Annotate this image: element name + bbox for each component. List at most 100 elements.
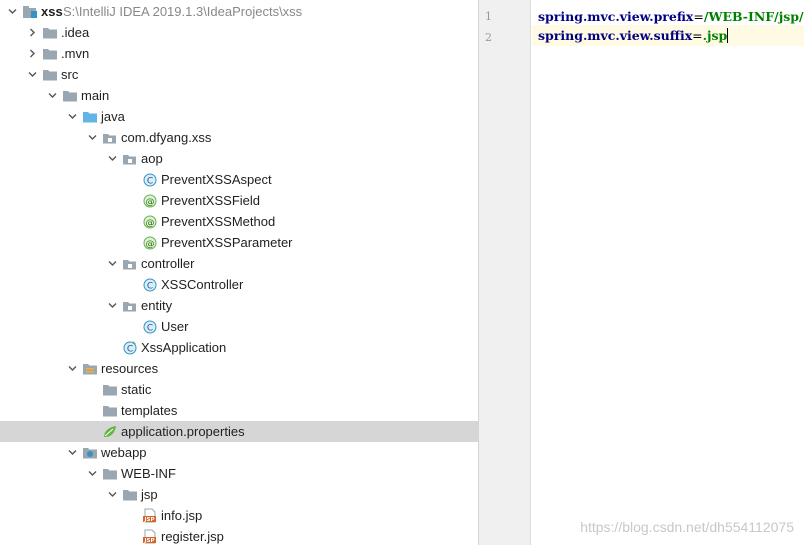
tree-item-label: resources — [101, 361, 159, 376]
svg-text:JSP: JSP — [143, 517, 154, 523]
tree-item[interactable]: static — [0, 379, 478, 400]
tree-item[interactable]: com.dfyang.xss — [0, 127, 478, 148]
tree-item[interactable]: JSP register.jsp — [0, 526, 478, 545]
property-value: /WEB-INF/jsp/ — [703, 9, 804, 24]
equals-sign: = — [692, 28, 703, 43]
tree-item-label: .idea — [61, 25, 90, 40]
chevron-down-icon[interactable] — [26, 64, 38, 85]
chevron-down-icon[interactable] — [106, 295, 118, 316]
tree-item[interactable]: C PreventXSSAspect — [0, 169, 478, 190]
module-icon — [22, 4, 38, 19]
jsp-icon: JSP — [142, 508, 158, 523]
chevron-down-icon[interactable] — [66, 358, 78, 379]
svg-text:C: C — [147, 282, 153, 292]
tree-item-label: PreventXSSParameter — [161, 235, 293, 250]
tree-item[interactable]: main — [0, 85, 478, 106]
tree-item[interactable]: JSP info.jsp — [0, 505, 478, 526]
package-icon — [122, 298, 138, 313]
svg-text:@: @ — [146, 219, 155, 229]
tree-item-label: jsp — [141, 487, 158, 502]
web-folder-icon — [82, 445, 98, 460]
tree-item[interactable]: controller — [0, 253, 478, 274]
tree-item-label: main — [81, 88, 110, 103]
annotation-icon: @ — [142, 235, 158, 250]
jsp-icon: JSP — [142, 529, 158, 544]
tree-item[interactable]: application.properties — [0, 421, 478, 442]
chevron-down-icon[interactable] — [46, 85, 58, 106]
package-icon — [122, 256, 138, 271]
tree-item-label: com.dfyang.xss — [121, 130, 212, 145]
folder-icon — [42, 25, 58, 40]
tree-item[interactable]: C XSSController — [0, 274, 478, 295]
tree-item[interactable]: resources — [0, 358, 478, 379]
property-value: .jsp — [702, 28, 728, 43]
code-line-current[interactable]: spring.mvc.view.suffix=.jsp — [532, 25, 804, 46]
class-icon: C — [142, 277, 158, 292]
svg-text:C: C — [147, 177, 153, 187]
chevron-down-icon[interactable] — [6, 1, 18, 22]
tree-item-label: info.jsp — [161, 508, 203, 523]
tree-item-label: xss — [41, 4, 63, 19]
chevron-down-icon[interactable] — [86, 127, 98, 148]
tree-item[interactable]: src — [0, 64, 478, 85]
tree-item[interactable]: .mvn — [0, 43, 478, 64]
tree-item-label: java — [101, 109, 125, 124]
tree-item-label: templates — [121, 403, 178, 418]
chevron-down-icon[interactable] — [106, 148, 118, 169]
chevron-down-icon[interactable] — [66, 106, 78, 127]
tree-item-label: src — [61, 67, 79, 82]
code-line[interactable]: spring.mvc.view.prefix=/WEB-INF/jsp/ — [532, 6, 804, 27]
chevron-right-icon[interactable] — [26, 43, 38, 64]
tree-item[interactable]: jsp — [0, 484, 478, 505]
svg-text:@: @ — [146, 198, 155, 208]
tree-item-label: XssApplication — [141, 340, 227, 355]
folder-icon — [42, 67, 58, 82]
text-caret — [727, 28, 729, 43]
tree-item-label: entity — [141, 298, 173, 313]
chevron-down-icon[interactable] — [86, 463, 98, 484]
tree-item-label: webapp — [101, 445, 147, 460]
tree-item-label: PreventXSSAspect — [161, 172, 272, 187]
tree-item[interactable]: C XssApplication — [0, 337, 478, 358]
annotation-icon: @ — [142, 214, 158, 229]
svg-text:@: @ — [146, 240, 155, 250]
tree-item-label: .mvn — [61, 46, 90, 61]
tree-item-label: PreventXSSField — [161, 193, 260, 208]
class-icon: C — [142, 319, 158, 334]
tree-item-label: controller — [141, 256, 195, 271]
chevron-right-icon[interactable] — [26, 22, 38, 43]
folder-icon — [122, 487, 138, 502]
properties-icon — [102, 424, 118, 439]
folder-icon — [102, 466, 118, 481]
tree-item[interactable]: java — [0, 106, 478, 127]
tree-item[interactable]: entity — [0, 295, 478, 316]
tree-item[interactable]: webapp — [0, 442, 478, 463]
tree-item[interactable]: aop — [0, 148, 478, 169]
chevron-down-icon[interactable] — [106, 253, 118, 274]
watermark: https://blog.csdn.net/dh554112075 — [580, 519, 794, 535]
tree-item[interactable]: templates — [0, 400, 478, 421]
folder-icon — [102, 403, 118, 418]
chevron-down-icon[interactable] — [66, 442, 78, 463]
folder-icon — [62, 88, 78, 103]
folder-icon — [42, 46, 58, 61]
tree-item[interactable]: xss S:\IntelliJ IDEA 2019.1.3\IdeaProject… — [0, 1, 478, 22]
tree-item-label: register.jsp — [161, 529, 224, 544]
editor-panel[interactable]: 1 2 spring.mvc.view.prefix=/WEB-INF/jsp/… — [479, 0, 804, 545]
tree-item-label: aop — [141, 151, 163, 166]
tree-item[interactable]: @ PreventXSSMethod — [0, 211, 478, 232]
svg-text:C: C — [147, 324, 153, 334]
class-icon: C — [142, 172, 158, 187]
line-number-gutter — [479, 0, 531, 545]
tree-item-label: static — [121, 382, 152, 397]
chevron-down-icon[interactable] — [106, 484, 118, 505]
tree-item[interactable]: C User — [0, 316, 478, 337]
tree-item[interactable]: WEB-INF — [0, 463, 478, 484]
tree-item[interactable]: @ PreventXSSParameter — [0, 232, 478, 253]
spring-class-icon: C — [122, 340, 138, 355]
tree-item[interactable]: .idea — [0, 22, 478, 43]
resources-folder-icon — [82, 361, 98, 376]
tree-item-label: XSSController — [161, 277, 244, 292]
source-folder-icon — [82, 109, 98, 124]
tree-item[interactable]: @ PreventXSSField — [0, 190, 478, 211]
